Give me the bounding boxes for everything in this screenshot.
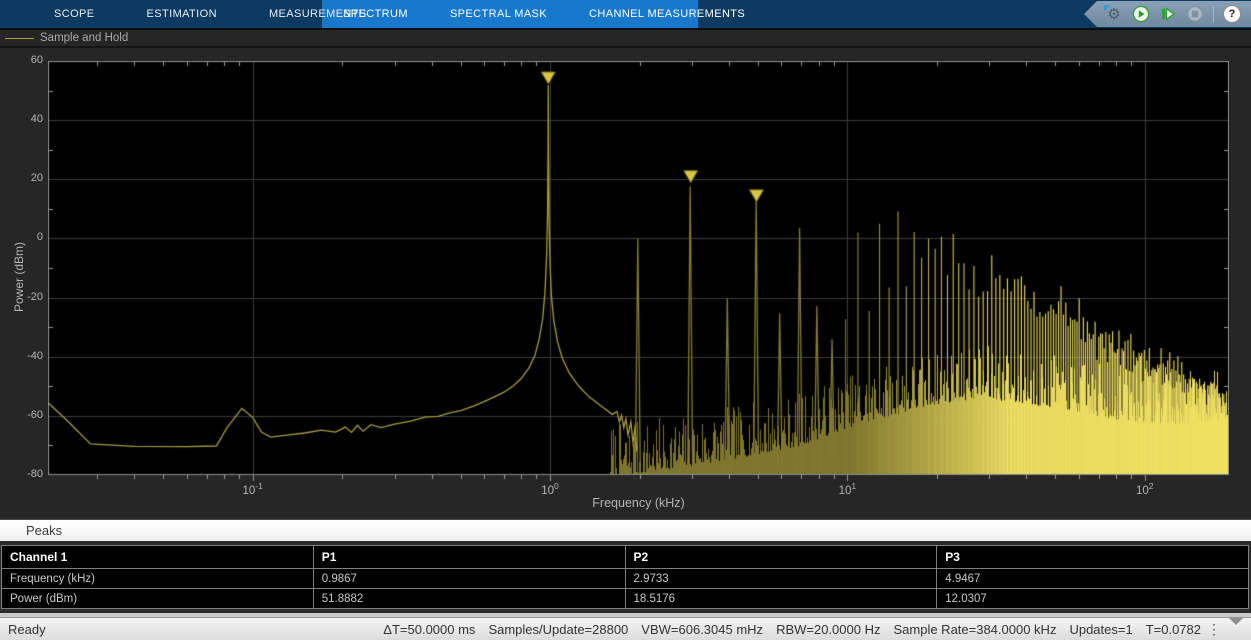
spectrum-analyzer-window: SCOPEESTIMATIONMEASUREMENTS SPECTRUMSPEC…: [0, 0, 1251, 640]
row-label: Frequency (kHz): [2, 569, 314, 589]
peaks-table: Channel 1P1P2P3 Frequency (kHz)0.98672.9…: [1, 545, 1249, 609]
status-metric: Updates=1: [1069, 622, 1132, 637]
cell-p2: 2.9733: [625, 569, 937, 589]
gear-blue-arrow-icon: [1104, 5, 1110, 11]
help-icon: ?: [1223, 5, 1241, 23]
status-metrics: ΔT=50.0000 ms Samples/Update=28800 VBW=606…: [383, 622, 1201, 637]
ytick-label: 20: [0, 172, 43, 184]
ytick-label: -60: [0, 409, 43, 421]
xtick-label: 100: [528, 481, 572, 497]
x-axis-label: Frequency (kHz): [48, 496, 1229, 510]
column-header-p1: P1: [313, 546, 625, 569]
cell-p2: 18.5176: [625, 589, 937, 609]
legend-line-sample: [5, 38, 34, 39]
xtick-label: 10-1: [231, 481, 275, 497]
tab-estimation[interactable]: ESTIMATION: [121, 0, 243, 28]
toolstrip-tabbar: SCOPEESTIMATIONMEASUREMENTS SPECTRUMSPEC…: [0, 0, 1251, 28]
spectrum-chart-panel: Power (dBm) Frequency (kHz) 60 40 20 0 -20 -4…: [0, 48, 1251, 519]
gear-icon: ⚙: [1107, 7, 1120, 22]
status-text: Ready: [8, 622, 46, 637]
tab-channel-measurements[interactable]: CHANNEL MEASUREMENTS: [568, 0, 766, 28]
tab-spectral-mask[interactable]: SPECTRAL MASK: [429, 0, 568, 28]
legend: Sample and Hold: [0, 30, 1251, 46]
play-icon: [1132, 5, 1150, 23]
more-options-icon[interactable]: ⋮: [1207, 621, 1221, 638]
stop-icon: [1186, 5, 1204, 23]
peaks-panel-header: Peaks: [0, 519, 1251, 541]
column-header-channel-1: Channel 1: [2, 546, 314, 569]
tab-spectrum[interactable]: SPECTRUM: [322, 0, 429, 28]
table-row: Frequency (kHz)0.98672.97334.9467: [2, 569, 1249, 589]
run-settings-gear-icon[interactable]: ⚙: [1105, 5, 1123, 23]
cell-p3: 4.9467: [937, 569, 1249, 589]
row-label: Power (dBm): [2, 589, 314, 609]
contextual-tabs: SPECTRUMSPECTRAL MASKCHANNEL MEASUREMENT…: [322, 0, 766, 28]
help-button[interactable]: ?: [1223, 5, 1241, 23]
legend-series-label: Sample and Hold: [40, 32, 128, 44]
tab-scope[interactable]: SCOPE: [28, 0, 121, 28]
peaks-table-container: Channel 1P1P2P3 Frequency (kHz)0.98672.9…: [0, 541, 1251, 613]
xtick-label: 102: [1123, 481, 1167, 497]
ytick-label: -80: [0, 468, 43, 480]
column-header-p2: P2: [625, 546, 937, 569]
run-button[interactable]: [1132, 5, 1150, 23]
peaks-panel-title: Peaks: [0, 520, 1251, 541]
cell-p1: 51.8882: [313, 589, 625, 609]
run-controls-banner: ⚙ ?: [1084, 1, 1251, 27]
column-header-p3: P3: [937, 546, 1249, 569]
table-row: Power (dBm)51.888218.517612.0307: [2, 589, 1249, 609]
step-forward-icon: [1159, 5, 1177, 23]
spectrum-plot-canvas[interactable]: [48, 61, 1229, 485]
ytick-label: -40: [0, 350, 43, 362]
y-axis-label: Power (dBm): [12, 232, 26, 322]
step-forward-button[interactable]: [1159, 5, 1177, 23]
banner-divider: [1213, 6, 1214, 23]
status-metric: Sample Rate=384.0000 kHz: [893, 622, 1056, 637]
status-metric: T=0.0782: [1146, 622, 1201, 637]
status-metric: Samples/Update=28800: [488, 622, 628, 637]
ytick-label: 0: [0, 231, 43, 243]
cell-p1: 0.9867: [313, 569, 625, 589]
status-metric: RBW=20.0000 Hz: [776, 622, 880, 637]
status-metric: VBW=606.3045 mHz: [641, 622, 763, 637]
xtick-label: 101: [825, 481, 869, 497]
cell-p3: 12.0307: [937, 589, 1249, 609]
ytick-label: 60: [0, 54, 43, 66]
stop-button[interactable]: [1186, 5, 1204, 23]
ytick-label: 40: [0, 113, 43, 125]
status-bar: Ready ΔT=50.0000 ms Samples/Update=28800 V…: [0, 617, 1251, 640]
ytick-label: -20: [0, 291, 43, 303]
dock-icon[interactable]: [1229, 625, 1243, 635]
peaks-table-header-row: Channel 1P1P2P3: [2, 546, 1249, 569]
status-metric: ΔT=50.0000 ms: [383, 622, 475, 637]
